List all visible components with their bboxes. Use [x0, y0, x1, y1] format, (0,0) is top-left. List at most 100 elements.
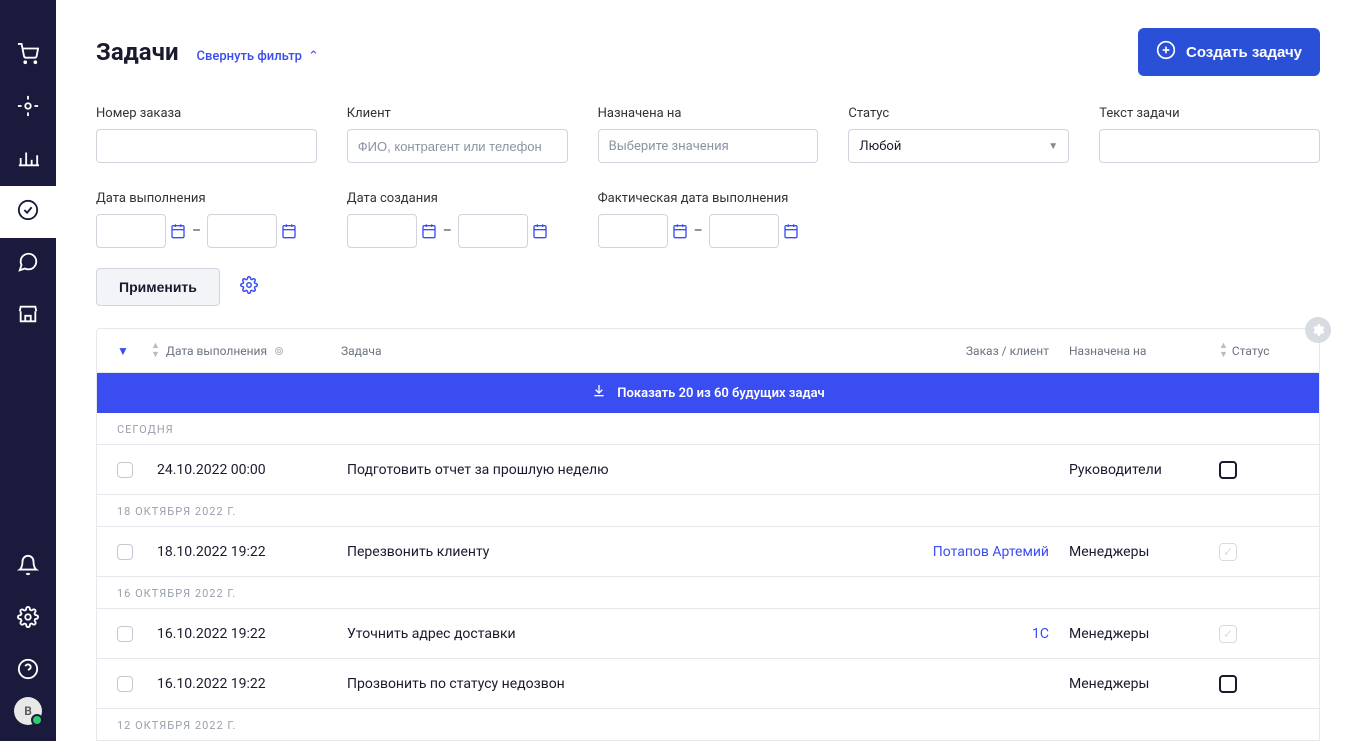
status-done-icon[interactable]: ✓	[1219, 625, 1237, 643]
row-checkbox[interactable]	[117, 462, 133, 478]
filter-order-number: Номер заказа	[96, 106, 317, 163]
row-checkbox[interactable]	[117, 676, 133, 692]
th-status-label: Статус	[1232, 344, 1270, 358]
table-row[interactable]: 16.10.2022 19:22Прозвонить по статусу не…	[97, 659, 1319, 709]
chart-icon	[17, 147, 39, 173]
row-assigned: Руководители	[1069, 462, 1219, 478]
nav-chat[interactable]	[0, 238, 56, 290]
th-date[interactable]: ▲▼ Дата выполнения	[151, 342, 341, 360]
filter-label: Номер заказа	[96, 106, 317, 121]
assigned-placeholder: Выберите значения	[609, 139, 729, 154]
dash: –	[192, 223, 201, 239]
filter-client: Клиент	[347, 106, 568, 163]
task-text-input[interactable]	[1099, 129, 1320, 163]
calendar-icon[interactable]	[783, 223, 799, 239]
row-assigned: Менеджеры	[1069, 626, 1219, 642]
status-done-icon[interactable]: ✓	[1219, 543, 1237, 561]
nav-notifications[interactable]	[0, 541, 56, 593]
row-assigned: Менеджеры	[1069, 676, 1219, 692]
row-date: 18.10.2022 19:22	[157, 544, 347, 560]
th-task[interactable]: Задача	[341, 344, 899, 358]
due-date-to[interactable]	[207, 214, 277, 248]
filter-label: Фактическая дата выполнения	[598, 191, 819, 206]
nav-tasks[interactable]	[0, 186, 56, 238]
calendar-icon[interactable]	[672, 223, 688, 239]
apply-button[interactable]: Применить	[96, 268, 220, 306]
group-label: 12 ОКТЯБРЯ 2022 Г.	[97, 709, 1319, 741]
status-value: Любой	[859, 139, 901, 154]
actual-date-to[interactable]	[709, 214, 779, 248]
filter-actual-date: Фактическая дата выполнения –	[598, 191, 819, 248]
nav-analytics[interactable]	[0, 134, 56, 186]
show-future-tasks-button[interactable]: Показать 20 из 60 будущих задач	[97, 373, 1319, 413]
table-row[interactable]: 18.10.2022 19:22Перезвонить клиентуПотап…	[97, 527, 1319, 577]
table-header: ▼ ▲▼ Дата выполнения Задача Заказ / клие…	[97, 329, 1319, 373]
row-task: Перезвонить клиенту	[347, 544, 899, 560]
group-label: 16 ОКТЯБРЯ 2022 Г.	[97, 577, 1319, 609]
filter-label: Статус	[848, 106, 1069, 121]
calendar-icon[interactable]	[532, 223, 548, 239]
calendar-icon[interactable]	[281, 223, 297, 239]
nav-target[interactable]	[0, 82, 56, 134]
future-bar-label: Показать 20 из 60 будущих задач	[617, 386, 824, 401]
sort-caret-icon[interactable]: ▼	[117, 344, 151, 358]
row-assigned: Менеджеры	[1069, 544, 1219, 560]
filter-task-text: Текст задачи	[1099, 106, 1320, 163]
download-icon	[591, 383, 607, 403]
status-checkbox[interactable]	[1219, 675, 1237, 693]
dash: –	[694, 223, 703, 239]
chevron-up-icon: ⌃	[308, 49, 319, 64]
table-row[interactable]: 24.10.2022 00:00Подготовить отчет за про…	[97, 445, 1319, 495]
sort-icon: ▲▼	[151, 342, 160, 360]
column-settings-icon[interactable]	[273, 345, 285, 357]
calendar-icon[interactable]	[421, 223, 437, 239]
page-title: Задачи	[96, 38, 179, 66]
row-task: Уточнить адрес доставки	[347, 626, 899, 642]
row-checkbox[interactable]	[117, 544, 133, 560]
sort-icon: ▲▼	[1219, 342, 1228, 360]
group-label: СЕГОДНЯ	[97, 413, 1319, 445]
due-date-from[interactable]	[96, 214, 166, 248]
row-date: 16.10.2022 19:22	[157, 676, 347, 692]
filter-label: Назначена на	[598, 106, 819, 121]
status-checkbox[interactable]	[1219, 461, 1237, 479]
target-icon	[17, 95, 39, 121]
row-date: 16.10.2022 19:22	[157, 626, 347, 642]
status-select[interactable]: Любой ▼	[848, 129, 1069, 163]
row-client[interactable]: Потапов Артемий	[899, 544, 1069, 560]
table-row[interactable]: 16.10.2022 19:22Уточнить адрес доставки1…	[97, 609, 1319, 659]
th-assigned[interactable]: Назначена на	[1069, 344, 1219, 358]
gear-icon	[17, 606, 39, 632]
row-client[interactable]: 1C	[899, 626, 1069, 642]
nav-settings[interactable]	[0, 593, 56, 645]
filter-settings-icon[interactable]	[240, 276, 258, 298]
collapse-filter-toggle[interactable]: Свернуть фильтр ⌃	[197, 49, 319, 64]
create-task-button[interactable]: Создать задачу	[1138, 28, 1320, 76]
filter-label: Дата создания	[347, 191, 568, 206]
filter-label: Клиент	[347, 106, 568, 121]
nav-cart[interactable]	[0, 30, 56, 82]
created-date-to[interactable]	[458, 214, 528, 248]
store-icon	[17, 303, 39, 329]
filter-label: Текст задачи	[1099, 106, 1320, 121]
nav-store[interactable]	[0, 290, 56, 342]
filter-label: Дата выполнения	[96, 191, 317, 206]
bell-icon	[17, 554, 39, 580]
th-client[interactable]: Заказ / клиент	[899, 344, 1069, 358]
nav-help[interactable]	[0, 645, 56, 697]
created-date-from[interactable]	[347, 214, 417, 248]
assigned-to-select[interactable]: Выберите значения	[598, 129, 819, 163]
order-number-input[interactable]	[96, 129, 317, 163]
table-settings-button[interactable]	[1305, 317, 1331, 343]
actual-date-from[interactable]	[598, 214, 668, 248]
row-checkbox[interactable]	[117, 626, 133, 642]
avatar-initial: В	[24, 704, 32, 718]
create-task-label: Создать задачу	[1186, 44, 1302, 61]
sidebar: В	[0, 0, 56, 741]
client-input[interactable]	[347, 129, 568, 163]
avatar[interactable]: В	[14, 697, 42, 725]
group-label: 18 ОКТЯБРЯ 2022 Г.	[97, 495, 1319, 527]
collapse-filter-label: Свернуть фильтр	[197, 49, 302, 64]
th-status[interactable]: ▲▼ Статус	[1219, 342, 1299, 360]
calendar-icon[interactable]	[170, 223, 186, 239]
